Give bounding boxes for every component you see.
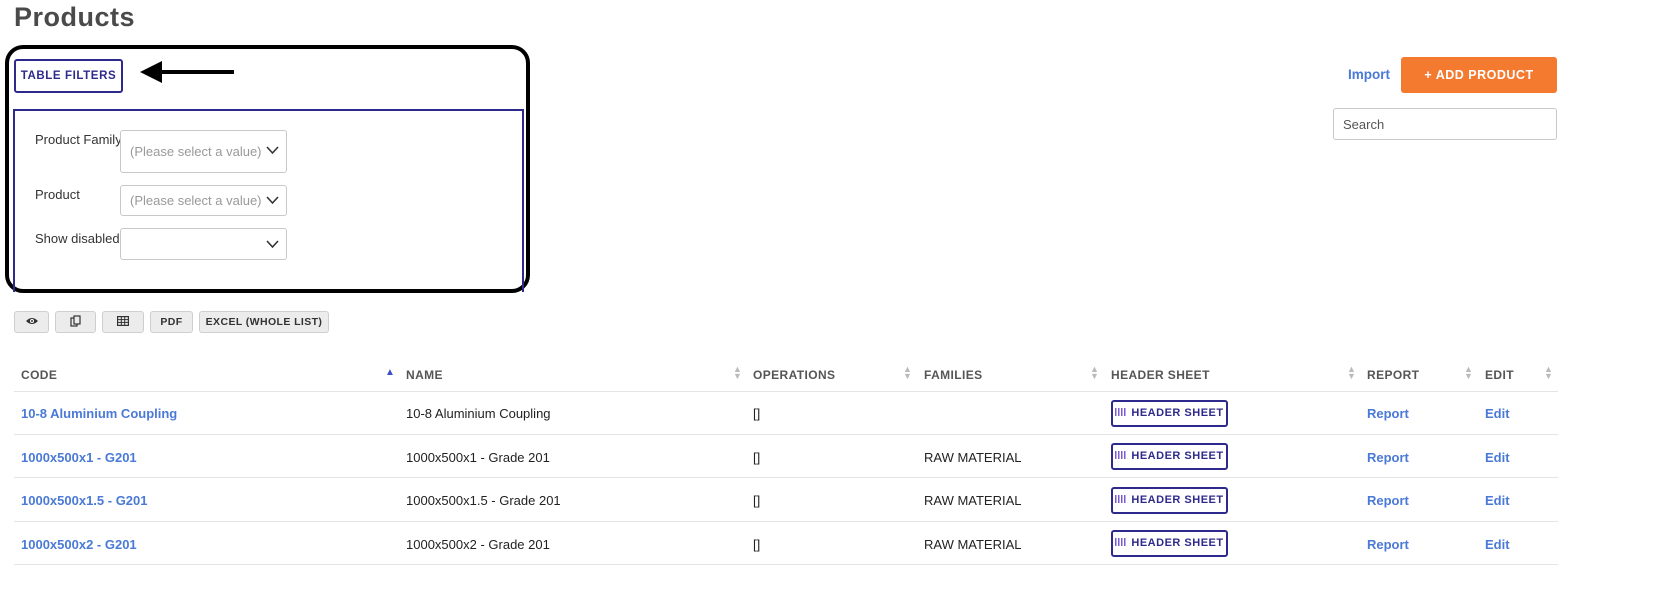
product-code-link[interactable]: 1000x500x2 - G201 [21,537,137,552]
column-header-edit[interactable]: EDIT [1485,368,1514,382]
sort-ascending-icon[interactable]: ▲ [385,367,395,378]
product-families: RAW MATERIAL [924,537,1022,552]
row-divider [14,477,1558,478]
column-visibility-button[interactable] [14,311,49,333]
product-label: Product [35,187,80,202]
header-sheet-button[interactable]: HEADER SHEET [1111,400,1228,427]
report-link[interactable]: Report [1367,450,1409,465]
annotation-arrow-icon [140,61,234,83]
edit-link[interactable]: Edit [1485,537,1510,552]
sort-icon[interactable]: ▲ ▼ [1464,365,1473,381]
report-link[interactable]: Report [1367,537,1409,552]
product-operations: [] [753,450,761,465]
copy-icon [69,315,81,327]
product-family-value: (Please select a value) [130,144,262,159]
copy-button[interactable] [55,311,96,333]
sort-icon[interactable]: ▲ ▼ [1544,365,1553,381]
header-sheet-label: HEADER SHEET [1131,494,1224,506]
edit-link[interactable]: Edit [1485,450,1510,465]
table-filters-button[interactable]: TABLE FILTERS [14,59,123,93]
add-product-button[interactable]: + ADD PRODUCT [1401,57,1557,93]
column-header-code[interactable]: CODE [21,368,57,382]
product-code-link[interactable]: 1000x500x1.5 - G201 [21,493,148,508]
table-icon [117,316,130,327]
edit-link[interactable]: Edit [1485,493,1510,508]
show-disabled-label: Show disabled [35,231,120,246]
excel-button[interactable]: EXCEL (WHOLE LIST) [199,311,329,333]
report-link[interactable]: Report [1367,406,1409,421]
csv-button[interactable] [102,311,144,333]
product-name: 1000x500x1 - Grade 201 [406,450,550,465]
import-link[interactable]: Import [1348,67,1390,82]
header-sheet-button[interactable]: HEADER SHEET [1111,443,1228,470]
sort-icon[interactable]: ▲ ▼ [1347,365,1356,381]
product-name: 10-8 Aluminium Coupling [406,406,551,421]
barcode-icon [1115,451,1128,459]
column-header-families[interactable]: FAMILIES [924,368,983,382]
column-header-operations[interactable]: OPERATIONS [753,368,835,382]
product-families: RAW MATERIAL [924,450,1022,465]
eye-icon [25,318,38,324]
edit-link[interactable]: Edit [1485,406,1510,421]
product-operations: [] [753,493,761,508]
row-divider [14,564,1558,565]
sort-icon[interactable]: ▲ ▼ [903,365,912,381]
header-sheet-label: HEADER SHEET [1131,537,1224,549]
product-operations: [] [753,537,761,552]
barcode-icon [1115,538,1128,546]
show-disabled-select[interactable] [120,228,287,260]
column-header-name[interactable]: NAME [406,368,443,382]
page-title: Products [14,2,136,32]
product-select[interactable]: (Please select a value) [120,185,287,216]
barcode-icon [1115,408,1128,416]
report-link[interactable]: Report [1367,493,1409,508]
table-divider [14,391,1558,392]
sort-icon[interactable]: ▲ ▼ [1090,365,1099,381]
product-name: 1000x500x1.5 - Grade 201 [406,493,561,508]
header-sheet-label: HEADER SHEET [1131,450,1224,462]
column-header-header-sheet[interactable]: HEADER SHEET [1111,368,1210,382]
barcode-icon [1115,495,1128,503]
chevron-down-icon [266,146,279,155]
row-divider [14,434,1558,435]
row-divider [14,521,1558,522]
product-operations: [] [753,406,761,421]
header-sheet-label: HEADER SHEET [1131,407,1224,419]
search-input[interactable] [1333,108,1557,140]
product-value: (Please select a value) [130,193,262,208]
product-code-link[interactable]: 10-8 Aluminium Coupling [21,406,177,421]
product-family-label: Product Family [35,132,122,147]
pdf-button[interactable]: PDF [150,311,193,333]
sort-icon[interactable]: ▲ ▼ [733,365,742,381]
chevron-down-icon [266,196,279,205]
chevron-down-icon [266,240,279,249]
product-families: RAW MATERIAL [924,493,1022,508]
header-sheet-button[interactable]: HEADER SHEET [1111,530,1228,557]
product-code-link[interactable]: 1000x500x1 - G201 [21,450,137,465]
product-name: 1000x500x2 - Grade 201 [406,537,550,552]
column-header-report[interactable]: REPORT [1367,368,1419,382]
header-sheet-button[interactable]: HEADER SHEET [1111,487,1228,514]
product-family-select[interactable]: (Please select a value) [120,130,287,173]
